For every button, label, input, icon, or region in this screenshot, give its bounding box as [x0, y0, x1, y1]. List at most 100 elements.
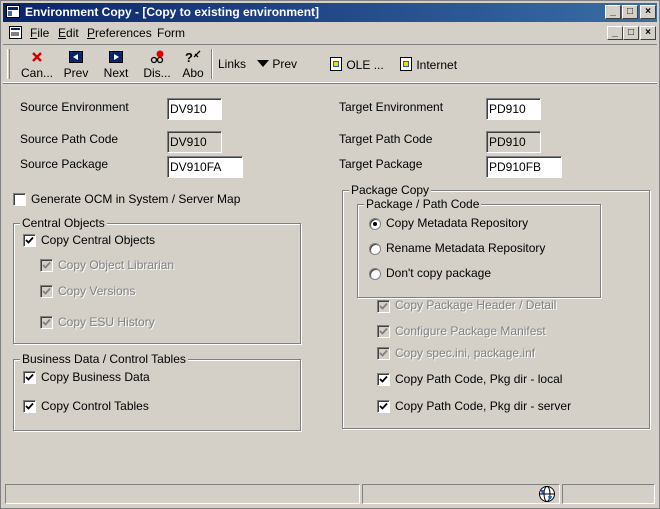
- target-environment-field[interactable]: PD910: [486, 98, 541, 120]
- cancel-x-icon: [32, 52, 42, 62]
- links-label[interactable]: Links: [218, 57, 246, 71]
- prev-link-label: Prev: [272, 57, 298, 71]
- status-cell-main: [5, 484, 360, 504]
- minimize-icon: _: [612, 27, 618, 38]
- title-bar: Environment Copy - [Copy to existing env…: [3, 3, 657, 22]
- target-environment-label: Target Environment: [339, 100, 444, 114]
- next-button[interactable]: Next: [96, 48, 136, 81]
- menu-accel: P: [87, 26, 96, 40]
- menu-edit[interactable]: Edit: [58, 26, 79, 40]
- copy-business-data-checkbox[interactable]: [23, 371, 36, 384]
- copy-business-data-label: Copy Business Data: [41, 370, 150, 384]
- checkmark-icon: [42, 287, 51, 295]
- display-button[interactable]: Dis...: [137, 48, 177, 81]
- display-icon: [150, 50, 164, 64]
- copy-path-local-label: Copy Path Code, Pkg dir - local: [395, 372, 563, 386]
- menu-preferences[interactable]: Preferences: [87, 26, 152, 40]
- copy-object-librarian-checkbox: [40, 259, 53, 272]
- checkmark-icon: [379, 327, 388, 335]
- checkmark-icon: [25, 402, 34, 410]
- generate-ocm-checkbox[interactable]: [13, 193, 26, 206]
- source-path-code-label: Source Path Code: [20, 132, 119, 146]
- mdi-minimize-button[interactable]: _: [607, 26, 623, 40]
- menu-label: dit: [66, 26, 79, 40]
- display-button-label: Dis...: [143, 66, 171, 80]
- dont-copy-package-label: Don't copy package: [386, 266, 492, 280]
- radio-selected-dot: [373, 222, 377, 226]
- rename-metadata-label: Rename Metadata Repository: [386, 241, 546, 255]
- prev-button[interactable]: Prev: [56, 48, 96, 81]
- prev-link[interactable]: Prev: [257, 57, 297, 71]
- copy-path-server-label: Copy Path Code, Pkg dir - server: [395, 399, 572, 413]
- toolbar-separator: [211, 49, 213, 79]
- copy-package-header-checkbox: [377, 300, 390, 313]
- copy-metadata-radio[interactable]: [369, 218, 381, 230]
- status-bar: [3, 483, 657, 505]
- internet-link[interactable]: Internet: [400, 57, 457, 72]
- next-icon: [109, 51, 123, 63]
- copy-central-objects-label: Copy Central Objects: [41, 233, 156, 247]
- menu-label: references: [95, 26, 152, 40]
- checkmark-icon: [25, 236, 34, 244]
- internet-page-icon: [400, 57, 412, 71]
- toolbar-grip[interactable]: [7, 49, 10, 79]
- dropdown-triangle-icon: [257, 60, 269, 67]
- dont-copy-package-radio[interactable]: [369, 268, 381, 280]
- copy-package-header-label: Copy Package Header / Detail: [395, 298, 557, 312]
- target-package-field[interactable]: PD910FB: [486, 156, 562, 178]
- copy-control-tables-checkbox[interactable]: [23, 400, 36, 413]
- copy-object-librarian-label: Copy Object Librarian: [58, 258, 175, 272]
- maximize-icon: □: [626, 6, 634, 17]
- maximize-button[interactable]: □: [622, 5, 638, 19]
- mdi-close-button[interactable]: ×: [640, 26, 656, 40]
- cancel-button[interactable]: Can...: [17, 48, 57, 81]
- about-button[interactable]: ? Abo: [173, 48, 213, 81]
- copy-control-tables-label: Copy Control Tables: [41, 399, 149, 413]
- menu-accel: E: [58, 26, 67, 40]
- target-package-label: Target Package: [339, 157, 423, 171]
- source-path-code-field: DV910: [167, 131, 222, 153]
- checkmark-icon: [42, 318, 51, 326]
- window-title: Environment Copy - [Copy to existing env…: [25, 5, 320, 19]
- checkmark-icon: [42, 261, 51, 269]
- checkmark-icon: [379, 402, 388, 410]
- restore-icon: □: [627, 27, 635, 38]
- copy-path-local-checkbox[interactable]: [377, 373, 390, 386]
- copy-metadata-label: Copy Metadata Repository: [386, 216, 529, 230]
- copy-path-server-checkbox[interactable]: [377, 400, 390, 413]
- copy-spec-ini-checkbox: [377, 347, 390, 360]
- menu-label: Form: [157, 26, 185, 40]
- rename-metadata-radio[interactable]: [369, 243, 381, 255]
- checkmark-icon: [379, 302, 388, 310]
- menu-bar: File Edit Preferences Form _ □ ×: [3, 23, 657, 43]
- about-icon: ?: [185, 50, 201, 65]
- package-copy-title: Package Copy: [349, 183, 432, 197]
- source-package-field[interactable]: DV910FA: [167, 156, 243, 178]
- svg-text:?: ?: [185, 50, 193, 65]
- generate-ocm-label: Generate OCM in System / Server Map: [31, 192, 241, 206]
- copy-spec-ini-label: Copy spec.ini, package.inf: [395, 346, 536, 360]
- copy-central-objects-checkbox[interactable]: [23, 234, 36, 247]
- ole-link[interactable]: OLE ...: [330, 57, 384, 72]
- checkmark-icon: [379, 349, 388, 357]
- close-button[interactable]: ×: [640, 5, 656, 19]
- next-button-label: Next: [103, 66, 129, 80]
- source-environment-field[interactable]: DV910: [167, 98, 222, 120]
- status-cell-middle: [362, 484, 560, 504]
- internet-link-label: Internet: [416, 58, 458, 72]
- source-package-label: Source Package: [20, 157, 109, 171]
- central-objects-title: Central Objects: [20, 216, 107, 230]
- checkmark-icon: [25, 373, 34, 381]
- menu-form[interactable]: Form: [157, 26, 185, 40]
- copy-versions-label: Copy Versions: [58, 284, 136, 298]
- close-icon: ×: [645, 6, 651, 17]
- mdi-restore-button[interactable]: □: [623, 26, 639, 40]
- status-cell-right: [562, 484, 655, 504]
- package-path-code-title: Package / Path Code: [364, 197, 482, 211]
- menu-file[interactable]: File: [30, 26, 49, 40]
- business-data-title: Business Data / Control Tables: [20, 352, 188, 366]
- configure-manifest-checkbox: [377, 325, 390, 338]
- minimize-button[interactable]: _: [605, 5, 621, 19]
- copy-esu-history-label: Copy ESU History: [58, 315, 155, 329]
- prev-button-label: Prev: [63, 66, 89, 80]
